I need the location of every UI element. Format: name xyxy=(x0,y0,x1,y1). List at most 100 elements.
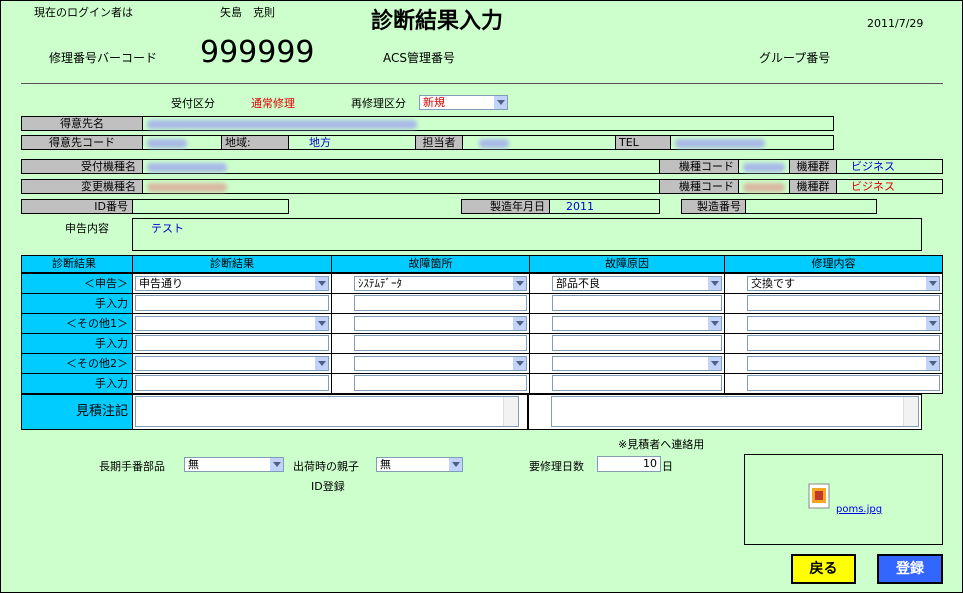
chevron-down-icon xyxy=(314,317,328,330)
header-divider xyxy=(21,83,943,84)
diagnosis-select-4[interactable] xyxy=(747,316,940,331)
register-button[interactable]: 登録 xyxy=(877,554,943,584)
chevron-down-icon xyxy=(512,357,526,370)
rerepair-label: 再修理区分 xyxy=(351,97,406,110)
diagnosis-manual-input-2[interactable] xyxy=(354,335,527,351)
long-parts-select[interactable]: 無 xyxy=(184,457,284,472)
diagnosis-select-2[interactable] xyxy=(354,316,527,331)
diagnosis-manual-input-3[interactable] xyxy=(552,335,722,351)
diagnosis-manual-input-4[interactable] xyxy=(747,295,940,311)
model-code-field-1 xyxy=(738,159,790,174)
chevron-down-icon xyxy=(707,317,721,330)
chevron-down-icon xyxy=(925,277,939,290)
diagnosis-header-4: 修理内容 xyxy=(724,255,943,273)
estimate-note-textarea-2[interactable] xyxy=(551,396,919,427)
repair-days-input[interactable]: 10 xyxy=(597,456,661,472)
current-date: 2011/7/29 xyxy=(867,17,924,30)
region-label: 地域: xyxy=(221,135,289,150)
chevron-down-icon xyxy=(314,277,328,290)
chevron-down-icon xyxy=(493,96,507,109)
model-code-field-2 xyxy=(738,179,790,194)
report-label: 申告内容 xyxy=(65,222,109,235)
chevron-down-icon xyxy=(512,317,526,330)
chevron-down-icon xyxy=(314,357,328,370)
diagnosis-row-label: ＜その他2＞ xyxy=(21,353,133,374)
diagnosis-manual-input-2[interactable] xyxy=(354,295,527,311)
report-box: テスト xyxy=(132,218,922,251)
customer-name-label: 得意先名 xyxy=(21,116,143,131)
diagnosis-manual-input-4[interactable] xyxy=(747,335,940,351)
diagnosis-header-0: 診断結果 xyxy=(21,255,133,273)
diagnosis-select-1[interactable]: 申告通り xyxy=(135,276,329,291)
customer-name-field xyxy=(142,116,834,131)
diagnosis-select-3[interactable] xyxy=(552,316,722,331)
customer-code-label: 得意先コード xyxy=(21,135,143,150)
model-code-label-2: 機種コード xyxy=(659,179,739,194)
id-register-label: ID登録 xyxy=(311,480,345,493)
chevron-down-icon xyxy=(448,458,462,471)
model-group-value-2: ビジネス xyxy=(836,179,943,194)
diagnosis-select-4[interactable] xyxy=(747,356,940,371)
chevron-down-icon xyxy=(925,357,939,370)
model-group-label-2: 機種群 xyxy=(789,179,837,194)
serial-label: 製造番号 xyxy=(681,199,746,214)
id-number-field xyxy=(132,199,289,214)
diagnosis-select-1[interactable] xyxy=(135,316,329,331)
diagnosis-entry-window: 現在のログイン者は 矢島 克則 診断結果入力 2011/7/29 修理番号バーコ… xyxy=(0,0,963,593)
attachment-box: poms.jpg xyxy=(744,454,943,545)
diagnosis-select-3[interactable] xyxy=(552,356,722,371)
repair-days-label: 要修理日数 xyxy=(529,460,584,473)
chevron-down-icon xyxy=(269,458,283,471)
ship-parent-select[interactable]: 無 xyxy=(376,457,463,472)
group-number-label: グループ番号 xyxy=(759,51,831,65)
chevron-down-icon xyxy=(512,277,526,290)
diagnosis-select-3[interactable]: 部品不良 xyxy=(552,276,722,291)
mfg-date-label: 製造年月日 xyxy=(461,199,550,214)
chevron-down-icon xyxy=(707,357,721,370)
diagnosis-row-label: 手入力 xyxy=(21,293,133,314)
rerepair-select[interactable]: 新規 xyxy=(419,95,508,110)
estimate-contact-note: ※見積者へ連絡用 xyxy=(618,438,705,451)
diagnosis-manual-input-1[interactable] xyxy=(135,295,329,311)
attachment-link[interactable]: poms.jpg xyxy=(836,504,882,515)
back-button[interactable]: 戻る xyxy=(791,554,856,584)
diagnosis-manual-input-2[interactable] xyxy=(354,375,527,391)
login-user: 矢島 克則 xyxy=(220,6,275,19)
diagnosis-header-2: 故障箇所 xyxy=(331,255,530,273)
diagnosis-select-2[interactable] xyxy=(354,356,527,371)
reception-type-label: 受付区分 xyxy=(171,97,215,110)
repair-days-unit: 日 xyxy=(662,460,673,473)
tel-field xyxy=(670,135,834,150)
diagnosis-select-1[interactable] xyxy=(135,356,329,371)
diagnosis-row-label: ＜その他1＞ xyxy=(21,313,133,334)
id-number-label: ID番号 xyxy=(21,199,133,214)
diagnosis-manual-input-1[interactable] xyxy=(135,335,329,351)
diagnosis-select-2[interactable]: ｼｽﾃﾑﾃﾞｰﾀ xyxy=(354,276,527,291)
diagnosis-row-label: 手入力 xyxy=(21,333,133,354)
long-parts-label: 長期手番部品 xyxy=(99,460,165,473)
received-model-label: 受付機種名 xyxy=(21,159,143,174)
diagnosis-manual-input-3[interactable] xyxy=(552,375,722,391)
person-label: 担当者 xyxy=(415,135,463,150)
model-group-value-1: ビジネス xyxy=(836,159,943,174)
customer-code-field xyxy=(142,135,222,150)
reception-type-value: 通常修理 xyxy=(251,97,295,110)
changed-model-field xyxy=(142,179,660,194)
received-model-field xyxy=(142,159,660,174)
mfg-date-value: 2011 xyxy=(549,199,660,214)
estimate-note-textarea-1[interactable] xyxy=(135,396,519,427)
diagnosis-manual-input-3[interactable] xyxy=(552,295,722,311)
diagnosis-manual-input-1[interactable] xyxy=(135,375,329,391)
diagnosis-select-4[interactable]: 交換です xyxy=(747,276,940,291)
changed-model-label: 変更機種名 xyxy=(21,179,143,194)
serial-field xyxy=(745,199,877,214)
report-value: テスト xyxy=(151,222,184,235)
scrollbar[interactable] xyxy=(903,397,918,426)
model-code-label-1: 機種コード xyxy=(659,159,739,174)
page-title: 診断結果入力 xyxy=(371,9,504,34)
scrollbar[interactable] xyxy=(503,397,518,426)
diagnosis-manual-input-4[interactable] xyxy=(747,375,940,391)
diagnosis-header-3: 故障原因 xyxy=(529,255,725,273)
person-field xyxy=(462,135,616,150)
region-value: 地方 xyxy=(288,135,416,150)
